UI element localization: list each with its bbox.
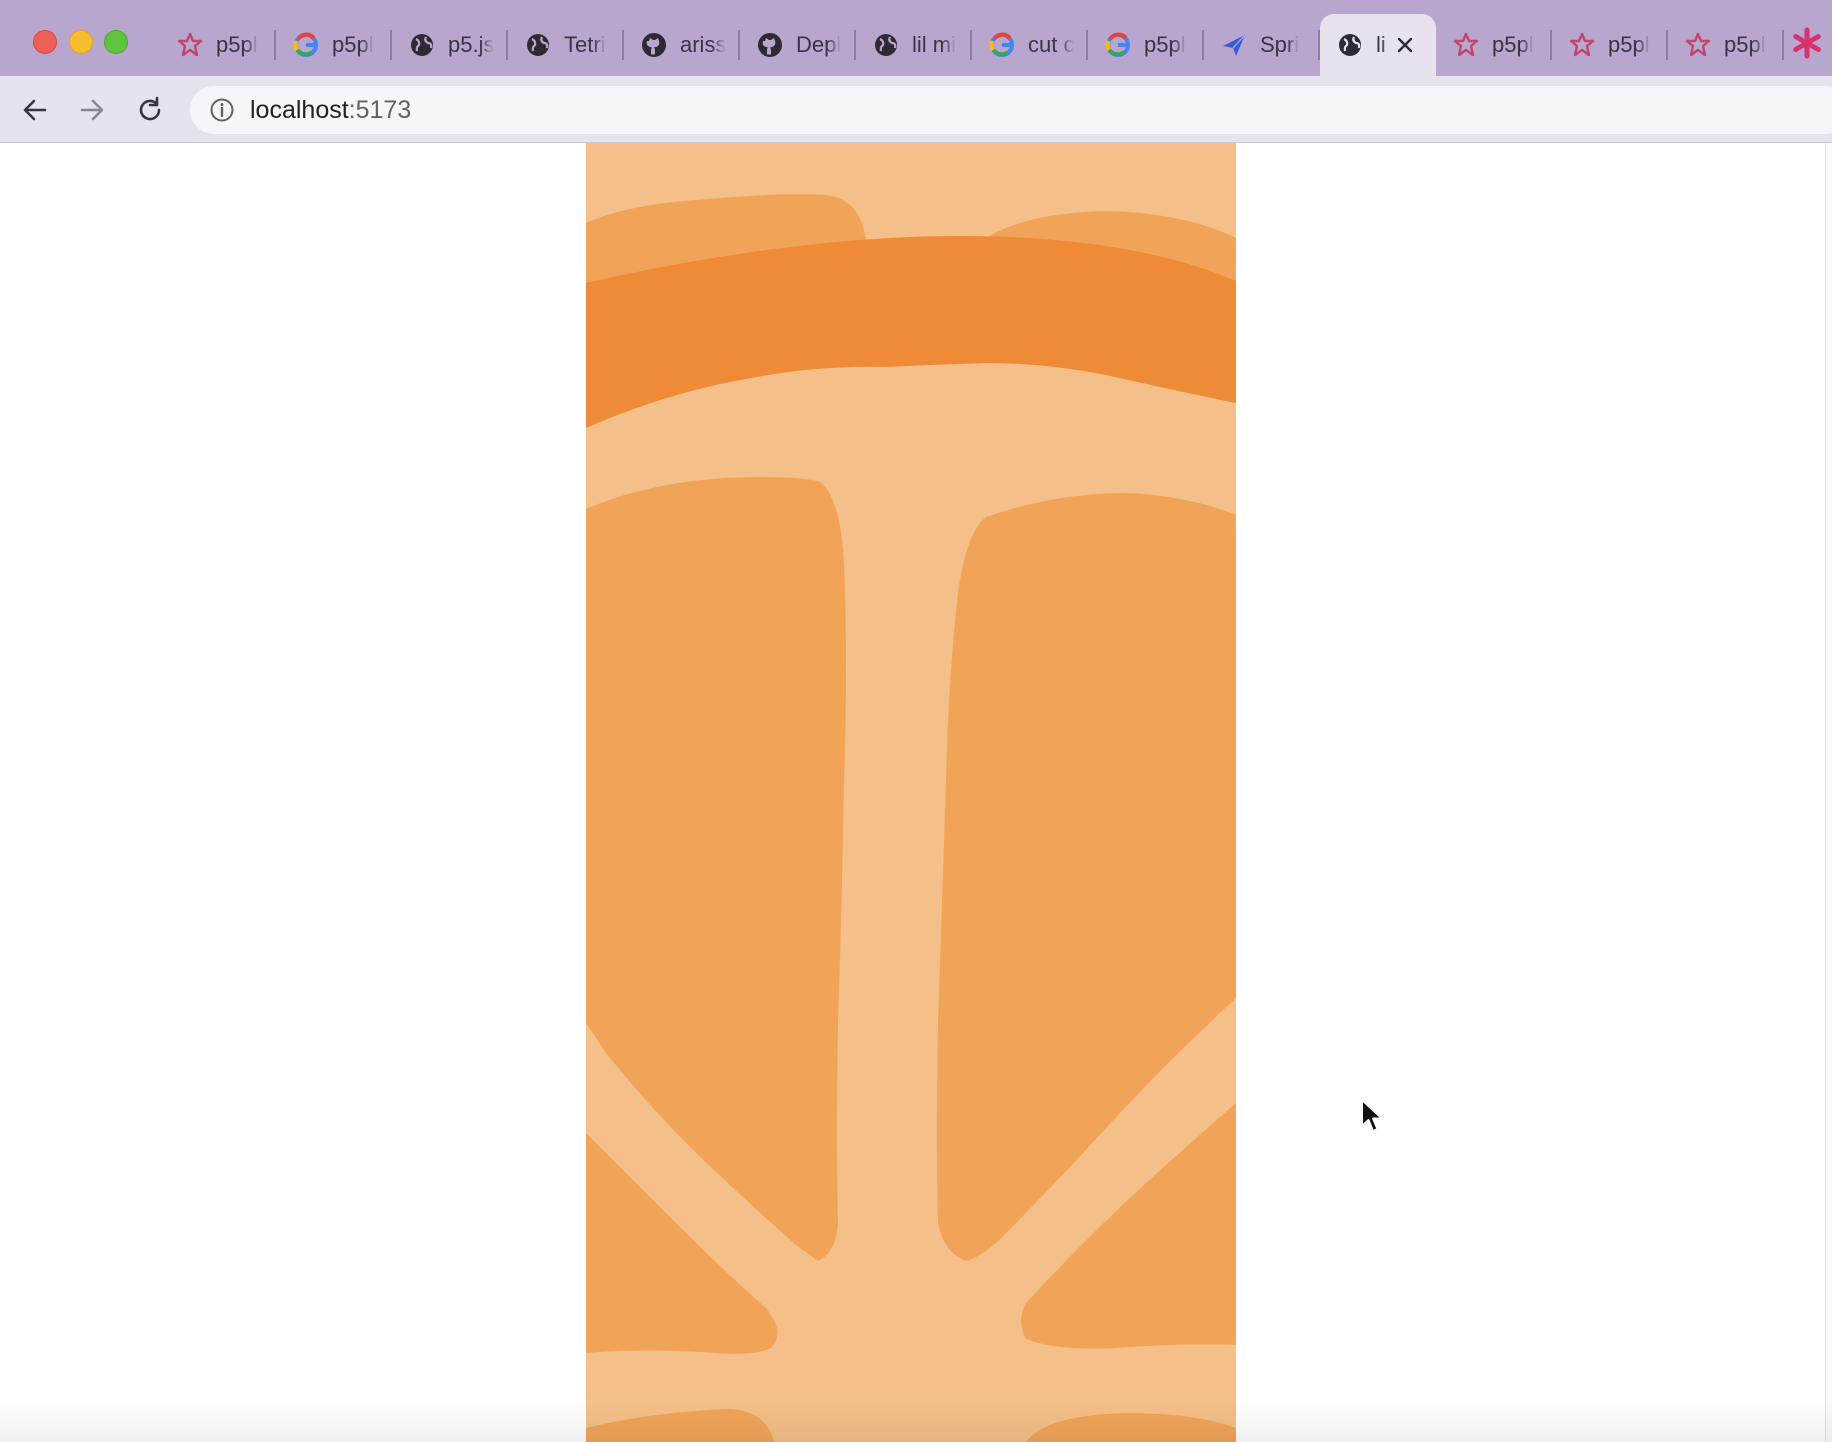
tab-11-active[interactable]: li	[1320, 14, 1436, 76]
tab-1[interactable]: p5pl	[160, 14, 276, 76]
tab-title: Spri	[1260, 32, 1300, 57]
url-port: :5173	[348, 95, 412, 124]
tab-title: p5pl	[1608, 32, 1650, 57]
arrow-left-icon	[23, 99, 47, 121]
orange-slice-artwork	[586, 143, 1236, 1442]
tab-title: p5pl	[332, 32, 374, 57]
github-icon	[640, 31, 668, 59]
back-button[interactable]	[15, 90, 55, 130]
globe-icon	[524, 31, 552, 59]
tab-3[interactable]: p5.js	[392, 14, 508, 76]
tab-title: p5.js	[448, 32, 495, 57]
tab-title: p5pl	[1724, 32, 1766, 57]
tab-list: p5pl p5pl p5.js Tetri ariss Depl lil mi …	[160, 14, 1784, 76]
google-icon	[988, 31, 1016, 59]
tab-10[interactable]: Spri	[1204, 14, 1320, 76]
zoom-window-button[interactable]	[104, 30, 128, 54]
tab-title: ariss	[680, 32, 727, 57]
tab-2[interactable]: p5pl	[276, 14, 392, 76]
paper-plane-icon	[1220, 31, 1248, 59]
globe-icon	[408, 31, 436, 59]
tab-strip: p5pl p5pl p5.js Tetri ariss Depl lil mi …	[0, 0, 1832, 76]
tab-9[interactable]: p5pl	[1088, 14, 1204, 76]
tab-title: li	[1376, 32, 1386, 57]
asterisk-icon[interactable]	[1790, 26, 1824, 60]
tab-title: Tetri	[564, 32, 606, 57]
close-tab-icon[interactable]	[1394, 34, 1416, 56]
github-icon	[756, 31, 784, 59]
flower-icon	[1452, 31, 1480, 59]
bottom-edge-shadow	[0, 1402, 1832, 1442]
address-bar[interactable]: localhost:5173	[190, 86, 1832, 134]
reload-icon	[139, 96, 161, 121]
tab-6[interactable]: Depl	[740, 14, 856, 76]
tab-7[interactable]: lil mi	[856, 14, 972, 76]
tab-title: cut c	[1028, 32, 1075, 57]
sketch-canvas[interactable]	[586, 143, 1236, 1442]
tab-title: p5pl	[216, 32, 258, 57]
forward-button[interactable]	[72, 90, 112, 130]
arrow-right-icon	[80, 99, 104, 121]
tab-5[interactable]: ariss	[624, 14, 740, 76]
tab-title: p5pl	[1144, 32, 1186, 57]
page-viewport	[0, 143, 1832, 1442]
tab-8[interactable]: cut c	[972, 14, 1088, 76]
tab-title: Depl	[796, 32, 842, 57]
flower-icon	[176, 31, 204, 59]
tab-14[interactable]: p5pl	[1668, 14, 1784, 76]
tab-title: lil mi	[912, 32, 956, 57]
url-text[interactable]: localhost:5173	[250, 96, 411, 125]
tab-4[interactable]: Tetri	[508, 14, 624, 76]
tab-title: p5pl	[1492, 32, 1534, 57]
mouse-pointer-icon	[1360, 1098, 1386, 1134]
globe-icon	[872, 31, 900, 59]
info-icon[interactable]	[208, 96, 236, 124]
flower-icon	[1684, 31, 1712, 59]
tab-13[interactable]: p5pl	[1552, 14, 1668, 76]
flower-icon	[1568, 31, 1596, 59]
close-window-button[interactable]	[33, 30, 57, 54]
scrollbar-track[interactable]	[1825, 143, 1832, 1442]
google-icon	[1104, 31, 1132, 59]
reload-button[interactable]	[130, 90, 170, 130]
google-icon	[292, 31, 320, 59]
browser-window: p5pl p5pl p5.js Tetri ariss Depl lil mi …	[0, 0, 1832, 1442]
url-host: localhost	[250, 95, 349, 124]
minimize-window-button[interactable]	[69, 30, 93, 54]
browser-toolbar: localhost:5173	[0, 76, 1832, 143]
globe-icon	[1336, 31, 1364, 59]
tab-12[interactable]: p5pl	[1436, 14, 1552, 76]
